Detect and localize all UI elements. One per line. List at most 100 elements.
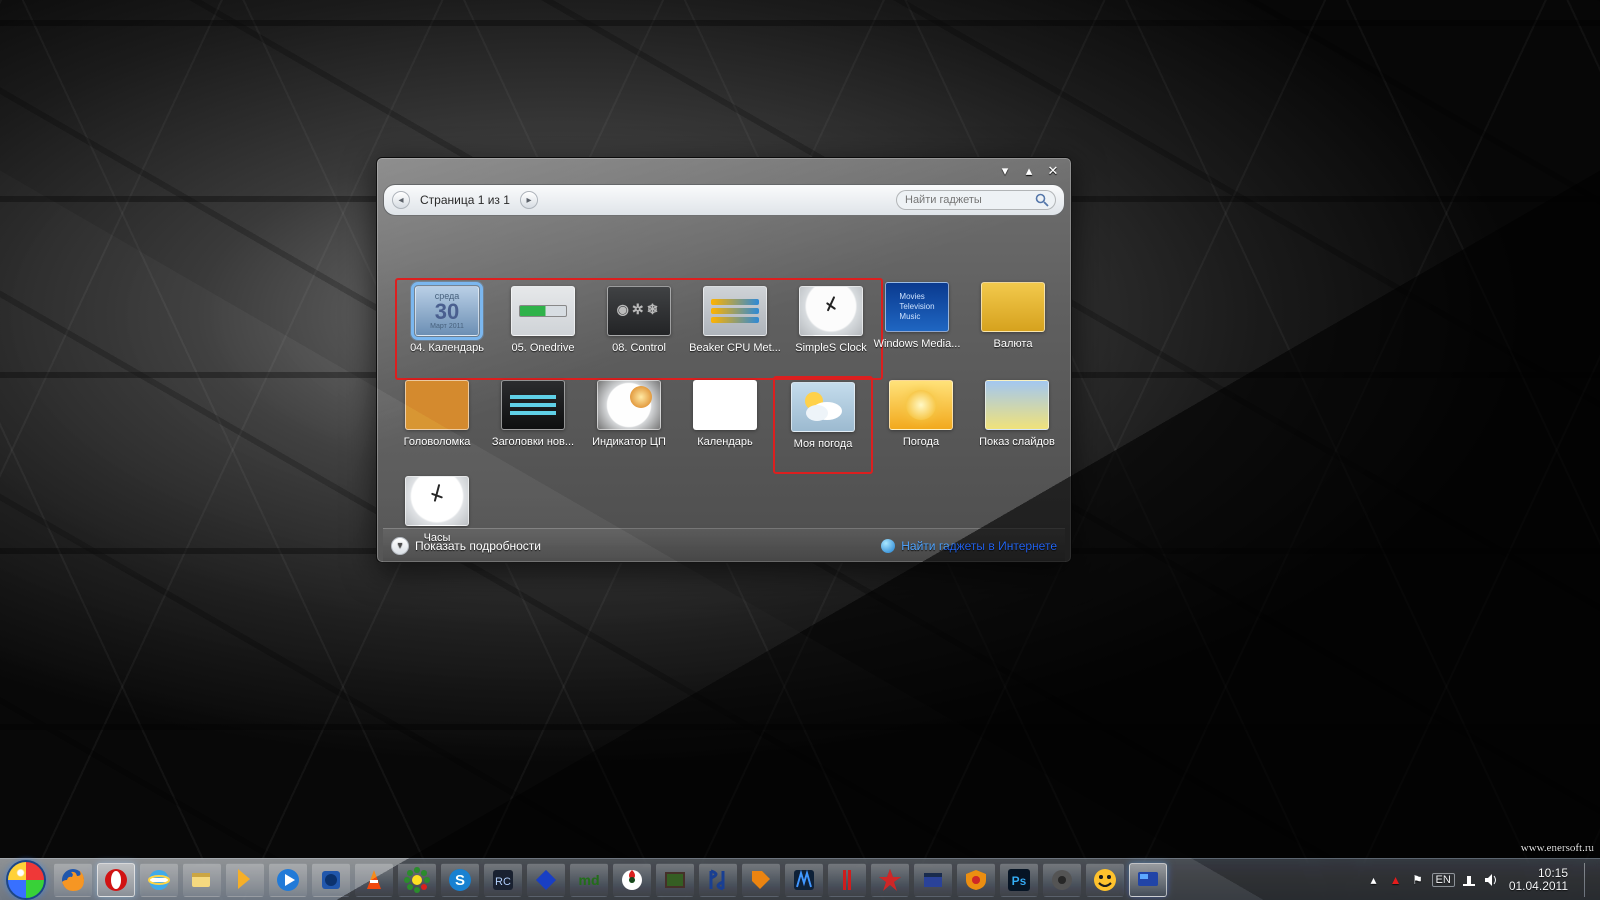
highlight-my-weather: Моя погода bbox=[773, 376, 873, 474]
taskbar-app-firefox[interactable] bbox=[54, 863, 92, 897]
calendar-icon: среда 30 Март 2011 bbox=[415, 286, 479, 336]
taskbar-app-bluestacks[interactable] bbox=[527, 863, 565, 897]
gadget-label: Часы bbox=[390, 532, 484, 544]
taskbar-app-burn[interactable] bbox=[613, 863, 651, 897]
clock-icon bbox=[405, 476, 469, 526]
taskbar-app-icq[interactable] bbox=[398, 863, 436, 897]
cpu-meter-icon bbox=[703, 286, 767, 336]
taskbar-app-smile[interactable] bbox=[1086, 863, 1124, 897]
taskbar-app-foobar[interactable] bbox=[699, 863, 737, 897]
tray-red-triangle-icon[interactable]: ▲ bbox=[1388, 872, 1404, 888]
taskbar-app-ie[interactable] bbox=[140, 863, 178, 897]
page-next-button[interactable]: ▸ bbox=[520, 191, 538, 209]
find-gadgets-online-link[interactable]: Найти гаджеты в Интернете bbox=[881, 539, 1057, 553]
globe-icon bbox=[881, 539, 895, 553]
highlight-group-row1: среда 30 Март 2011 04. Календарь 05. One… bbox=[395, 278, 883, 380]
gadget-puzzle[interactable]: Головоломка bbox=[389, 376, 485, 470]
feed-icon bbox=[501, 380, 565, 430]
taskbar-app-ps[interactable]: Ps bbox=[1000, 863, 1038, 897]
gadget-08-control[interactable]: ◉✲❄ 08. Control bbox=[591, 282, 687, 376]
start-button[interactable] bbox=[6, 860, 46, 900]
media-center-icon: Movies Television Music bbox=[885, 282, 949, 332]
taskbar-app-winamp[interactable] bbox=[226, 863, 264, 897]
tray-volume-icon[interactable] bbox=[1483, 872, 1499, 888]
taskbar-app-rc[interactable]: RC bbox=[484, 863, 522, 897]
page-indicator: Страница 1 из 1 bbox=[416, 193, 514, 207]
window-titlebar[interactable]: ▾ ▴ ✕ bbox=[377, 158, 1071, 184]
gadget-label: Заголовки нов... bbox=[486, 436, 580, 448]
gauge-icon bbox=[597, 380, 661, 430]
gadget-currency[interactable]: Валюта bbox=[965, 278, 1061, 372]
taskbar-app-tag[interactable] bbox=[742, 863, 780, 897]
gadget-simples-clock[interactable]: SimpleS Clock bbox=[783, 282, 879, 376]
currency-icon bbox=[981, 282, 1045, 332]
taskbar-app-filebox[interactable] bbox=[914, 863, 952, 897]
gadget-calendar2[interactable]: Календарь bbox=[677, 376, 773, 470]
gadget-label: Моя погода bbox=[776, 438, 870, 450]
taskbar-app-opera[interactable] bbox=[97, 863, 135, 897]
taskbar-app-gallery[interactable] bbox=[656, 863, 694, 897]
gadget-headlines[interactable]: Заголовки нов... bbox=[485, 376, 581, 470]
gadget-label: Головоломка bbox=[390, 436, 484, 448]
status-bar: ▾ Показать подробности Найти гаджеты в И… bbox=[383, 528, 1065, 562]
taskbar-app-vmware[interactable] bbox=[312, 863, 350, 897]
gadget-clock[interactable]: Часы bbox=[389, 472, 485, 566]
gadget-label: SimpleS Clock bbox=[784, 342, 878, 354]
taskbar-app-gadget-win[interactable] bbox=[1129, 863, 1167, 897]
online-link-text: Найти гаджеты в Интернете bbox=[901, 539, 1057, 553]
taskbar: S RC md Ps ▴ ▲ ⚑ EN 10:15 01.04.2011 bbox=[0, 858, 1600, 900]
gadget-slideshow[interactable]: Показ слайдов bbox=[969, 376, 1065, 470]
svg-text:S: S bbox=[455, 872, 465, 889]
drive-meter-icon bbox=[511, 286, 575, 336]
taskbar-app-record[interactable] bbox=[828, 863, 866, 897]
slideshow-icon bbox=[985, 380, 1049, 430]
tray-chevron-icon[interactable]: ▴ bbox=[1366, 872, 1382, 888]
gadget-my-weather[interactable]: Моя погода bbox=[775, 378, 871, 472]
gadget-label: Календарь bbox=[678, 436, 772, 448]
page-prev-button[interactable]: ◂ bbox=[392, 191, 410, 209]
toolbar: ◂ Страница 1 из 1 ▸ bbox=[383, 184, 1065, 216]
tray-network-icon[interactable] bbox=[1461, 872, 1477, 888]
gadget-weather[interactable]: Погода bbox=[873, 376, 969, 470]
weather-cloud-sun-icon bbox=[791, 382, 855, 432]
taskbar-app-md[interactable]: md bbox=[570, 863, 608, 897]
minimize-icon[interactable]: ▾ bbox=[997, 163, 1013, 179]
taskbar-app-vlc[interactable] bbox=[355, 863, 393, 897]
watermark-text: www.enersoft.ru bbox=[1521, 843, 1594, 854]
tray-language-indicator[interactable]: EN bbox=[1432, 873, 1455, 887]
gadget-label: Beaker CPU Met... bbox=[688, 342, 782, 354]
svg-text:md: md bbox=[579, 872, 600, 888]
taskbar-app-star[interactable] bbox=[871, 863, 909, 897]
taskbar-app-explorer[interactable] bbox=[183, 863, 221, 897]
gadget-label: Валюта bbox=[966, 338, 1060, 350]
gadget-label: Windows Media... bbox=[870, 338, 964, 350]
svg-text:Ps: Ps bbox=[1012, 874, 1027, 888]
tray-clock[interactable]: 10:15 01.04.2011 bbox=[1505, 867, 1572, 893]
taskbar-app-wmp[interactable] bbox=[269, 863, 307, 897]
month-calendar-icon bbox=[693, 380, 757, 430]
gadget-cpu-indicator[interactable]: Индикатор ЦП bbox=[581, 376, 677, 470]
taskbar-app-uac[interactable] bbox=[957, 863, 995, 897]
taskbar-app-skype[interactable]: S bbox=[441, 863, 479, 897]
tray-date: 01.04.2011 bbox=[1509, 880, 1568, 893]
gadget-beaker-cpu[interactable]: Beaker CPU Met... bbox=[687, 282, 783, 376]
tray-time: 10:15 bbox=[1509, 867, 1568, 880]
gadget-label: 05. Onedrive bbox=[496, 342, 590, 354]
control-icon: ◉✲❄ bbox=[607, 286, 671, 336]
gadget-label: Показ слайдов bbox=[970, 436, 1064, 448]
analog-clock-icon bbox=[799, 286, 863, 336]
gadget-05-onedrive[interactable]: 05. Onedrive bbox=[495, 282, 591, 376]
gadget-windows-media[interactable]: Movies Television Music Windows Media... bbox=[869, 278, 965, 372]
gadget-04-kalendar[interactable]: среда 30 Март 2011 04. Календарь bbox=[399, 282, 495, 376]
tray: ▴ ▲ ⚑ EN 10:15 01.04.2011 bbox=[1366, 863, 1594, 897]
tray-action-center-icon[interactable]: ⚑ bbox=[1410, 872, 1426, 888]
search-input[interactable] bbox=[896, 190, 1056, 210]
gadget-label: Индикатор ЦП bbox=[582, 436, 676, 448]
taskbar-app-qt[interactable] bbox=[1043, 863, 1081, 897]
show-desktop-button[interactable] bbox=[1584, 863, 1594, 897]
close-icon[interactable]: ✕ bbox=[1045, 163, 1061, 179]
taskbar-app-vbox[interactable] bbox=[785, 863, 823, 897]
maximize-icon[interactable]: ▴ bbox=[1021, 163, 1037, 179]
gadget-label: Погода bbox=[874, 436, 968, 448]
gadget-grid-area: среда 30 Март 2011 04. Календарь 05. One… bbox=[377, 216, 1071, 528]
